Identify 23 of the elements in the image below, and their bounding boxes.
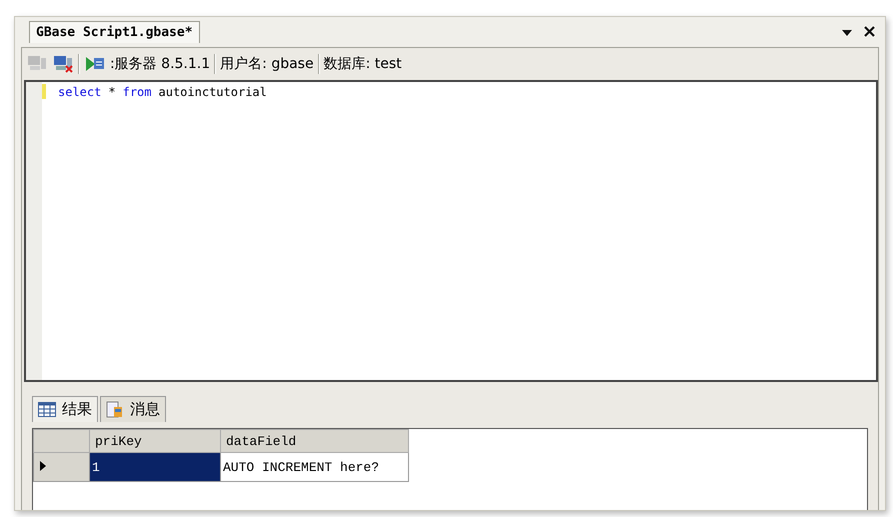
table-icon bbox=[38, 402, 56, 417]
result-tab[interactable]: 消息 bbox=[100, 396, 166, 422]
table-cell[interactable]: AUTO INCREMENT here? bbox=[220, 452, 408, 482]
code-token: from bbox=[122, 84, 152, 98]
table-cell[interactable]: 1 bbox=[90, 452, 220, 482]
result-tab[interactable]: 结果 bbox=[32, 396, 98, 422]
code-token: autoinctutorial bbox=[158, 84, 267, 98]
document-tab[interactable]: GBase Script1.gbase* bbox=[29, 21, 200, 43]
column-header[interactable]: priKey bbox=[90, 430, 220, 452]
toolbar-label: :服务器 8.5.1.1 bbox=[110, 55, 210, 73]
close-icon[interactable] bbox=[864, 26, 875, 37]
code-editor[interactable]: select * from autoinctutorial bbox=[24, 80, 878, 382]
column-header[interactable]: dataField bbox=[220, 430, 408, 452]
current-row-icon bbox=[40, 460, 46, 470]
header-corner bbox=[34, 430, 90, 452]
disconnect-icon[interactable] bbox=[52, 54, 74, 74]
dropdown-icon[interactable] bbox=[842, 29, 852, 37]
toolbar-label: 用户名: gbase bbox=[220, 55, 314, 73]
execute-icon[interactable] bbox=[84, 54, 106, 74]
toolbar-label: 数据库: test bbox=[324, 55, 402, 73]
code-token: * bbox=[108, 84, 116, 98]
code-token: select bbox=[58, 84, 102, 98]
document-icon bbox=[106, 401, 124, 418]
